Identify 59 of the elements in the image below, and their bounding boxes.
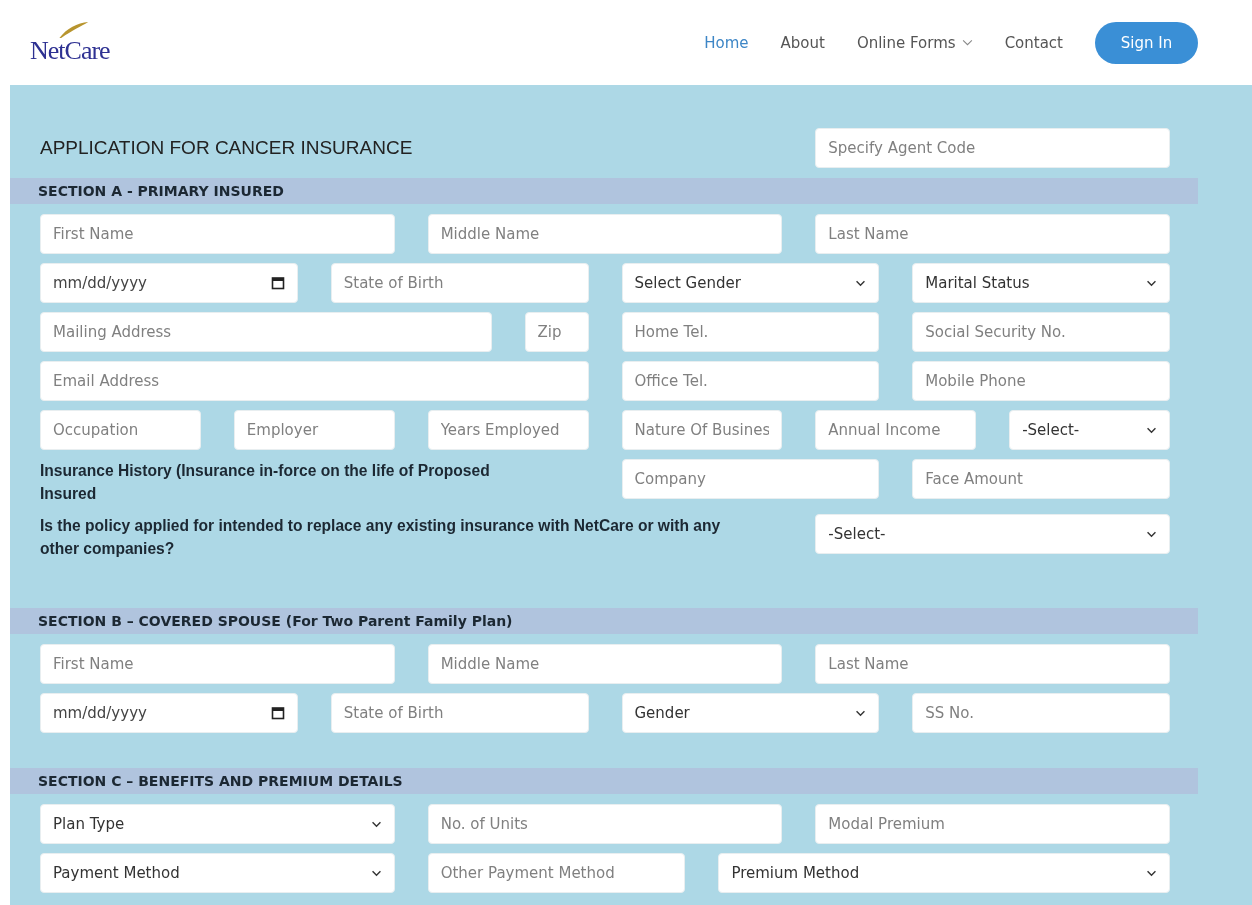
- input-field[interactable]: Occupation: [40, 410, 201, 450]
- select-dropdown[interactable]: -Select-: [1009, 410, 1170, 450]
- input-field[interactable]: Modal Premium: [815, 804, 1170, 844]
- input-field[interactable]: Office Tel.: [621, 361, 880, 401]
- input-field[interactable]: Employer: [233, 410, 395, 450]
- input-field[interactable]: Other Payment Method: [427, 853, 686, 893]
- input-field[interactable]: No. of Units: [427, 804, 783, 844]
- input-field[interactable]: Mailing Address: [40, 312, 492, 352]
- input-field[interactable]: Years Employed: [427, 410, 589, 450]
- select-dropdown[interactable]: Premium Method: [718, 853, 1170, 893]
- input-field[interactable]: Nature Of Busines: [621, 410, 783, 450]
- nav-link[interactable]: About: [780, 33, 825, 52]
- question-label: Is the policy applied for intended to replace any existing insurance with NetCare or with any other companies?: [40, 516, 722, 559]
- calendar-icon: [270, 706, 285, 720]
- input-field[interactable]: Company: [621, 459, 880, 499]
- chevron-down-icon: [855, 709, 867, 717]
- input-field[interactable]: First Name: [40, 644, 395, 684]
- section-header: SECTION C – BENEFITS AND PREMIUM DETAILS: [10, 768, 1198, 794]
- select-dropdown[interactable]: -Select-: [815, 514, 1170, 554]
- select-dropdown[interactable]: Marital Status: [912, 263, 1170, 303]
- chevron-down-icon: [1146, 279, 1157, 287]
- input-field[interactable]: Email Address: [40, 361, 589, 401]
- select-dropdown[interactable]: Select Gender: [621, 263, 880, 303]
- date-field[interactable]: mm/dd/yyyy: [40, 263, 298, 303]
- calendar-icon: [270, 276, 285, 290]
- input-field[interactable]: Zip: [524, 312, 589, 352]
- input-field[interactable]: Mobile Phone: [912, 361, 1170, 401]
- input-field[interactable]: Middle Name: [427, 214, 783, 254]
- input-field[interactable]: Annual Income: [815, 410, 977, 450]
- nav-link[interactable]: Online Forms: [856, 33, 973, 52]
- chevron-down-icon: [1146, 530, 1157, 538]
- logo[interactable]: NetCare: [30, 20, 110, 65]
- chevron-down-icon: [1146, 426, 1157, 434]
- select-dropdown[interactable]: Gender: [621, 693, 880, 733]
- agent-code-field[interactable]: Specify Agent Code: [815, 128, 1170, 168]
- input-field[interactable]: Social Security No.: [912, 312, 1170, 352]
- input-field[interactable]: Last Name: [815, 214, 1170, 254]
- logo-text: NetCare: [30, 36, 110, 65]
- form-title: APPLICATION FOR CANCER INSURANCE: [40, 137, 414, 159]
- date-field[interactable]: mm/dd/yyyy: [40, 693, 298, 733]
- chevron-down-icon: [370, 869, 382, 877]
- nav-link[interactable]: Contact: [1004, 33, 1063, 52]
- input-field[interactable]: Last Name: [815, 644, 1170, 684]
- input-field[interactable]: State of Birth: [330, 263, 589, 303]
- nav-link[interactable]: Home: [704, 33, 749, 52]
- select-dropdown[interactable]: Plan Type: [40, 804, 395, 844]
- chevron-down-icon: [855, 279, 867, 287]
- input-field[interactable]: State of Birth: [330, 693, 589, 733]
- question-label: Insurance History (Insurance in-force on the life of Proposed Insured: [40, 461, 491, 504]
- section-header: SECTION B – COVERED SPOUSE (For Two Parent Family Plan): [10, 608, 1198, 634]
- input-field[interactable]: First Name: [40, 214, 395, 254]
- input-field[interactable]: SS No.: [912, 693, 1170, 733]
- input-field[interactable]: Middle Name: [427, 644, 783, 684]
- input-field[interactable]: Home Tel.: [621, 312, 880, 352]
- section-header: SECTION A - PRIMARY INSURED: [10, 178, 1198, 204]
- select-dropdown[interactable]: Payment Method: [40, 853, 395, 893]
- input-field[interactable]: Face Amount: [912, 459, 1170, 499]
- chevron-down-icon: [1146, 869, 1157, 877]
- chevron-down-icon: [370, 820, 382, 828]
